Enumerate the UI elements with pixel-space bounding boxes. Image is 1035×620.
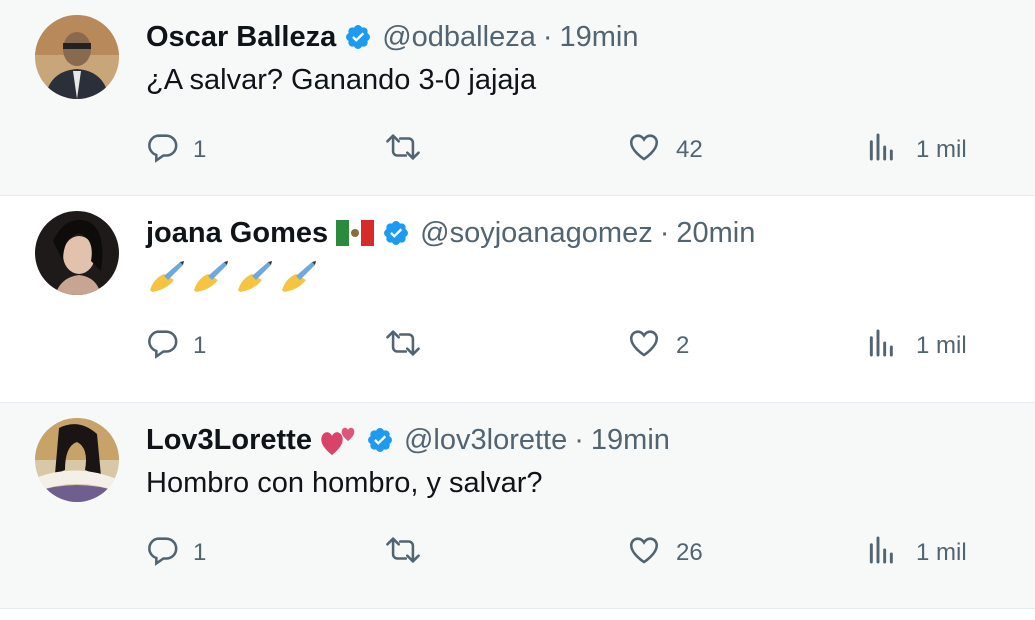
action-bar: 1 42 1 mil — [0, 132, 1035, 168]
views-button[interactable]: 1 mil — [866, 132, 967, 168]
retweet-button[interactable] — [384, 132, 436, 168]
verified-badge-icon — [344, 23, 372, 51]
writing-hand-emoji — [278, 260, 318, 302]
display-name[interactable]: Oscar Balleza — [146, 21, 336, 54]
separator-dot: · — [659, 216, 670, 249]
reply-count: 1 — [193, 136, 207, 163]
tweet[interactable]: joana Gomes @soyjoanagomez · 20min 1 2 1… — [0, 196, 1035, 403]
writing-hand-emoji — [234, 260, 274, 302]
separator-dot: · — [574, 423, 584, 456]
reply-button[interactable]: 1 — [145, 535, 206, 571]
like-button[interactable]: 26 — [626, 535, 703, 571]
retweet-button[interactable] — [384, 328, 436, 364]
retweet-icon — [384, 533, 422, 574]
retweet-icon — [384, 326, 422, 367]
like-button[interactable]: 2 — [626, 328, 689, 364]
tweet-text — [146, 260, 318, 302]
reply-icon — [145, 326, 179, 367]
avatar[interactable] — [35, 418, 119, 502]
retweet-icon — [384, 130, 422, 171]
reply-count: 1 — [193, 332, 207, 359]
tweet[interactable]: Lov3Lorette @lov3lorette · 19min Hombro … — [0, 403, 1035, 609]
avatar[interactable] — [35, 211, 119, 295]
tweet-text: ¿A salvar? Ganando 3-0 jajaja — [146, 64, 537, 96]
user-handle[interactable]: @odballeza — [382, 21, 536, 54]
views-count: 1 mil — [916, 136, 967, 163]
mexico-flag-icon — [336, 220, 375, 246]
user-handle[interactable]: @soyjoanagomez — [420, 217, 653, 250]
tweet-feed: Oscar Balleza @odballeza · 19min ¿A salv… — [0, 0, 1035, 620]
like-count: 42 — [676, 136, 703, 163]
heart-icon — [626, 533, 662, 574]
action-bar: 1 2 1 mil — [0, 328, 1035, 364]
reply-count: 1 — [193, 539, 207, 566]
timestamp[interactable]: 19min — [560, 21, 639, 54]
writing-hand-emoji — [146, 260, 186, 302]
tweet-header: joana Gomes @soyjoanagomez · 20min — [146, 213, 755, 253]
verified-badge-icon — [382, 219, 410, 247]
tweet-header: Oscar Balleza @odballeza · 19min — [146, 17, 639, 57]
verified-badge-icon — [366, 426, 394, 454]
views-icon — [866, 130, 898, 171]
like-count: 2 — [676, 332, 690, 359]
tweet[interactable]: Oscar Balleza @odballeza · 19min ¿A salv… — [0, 0, 1035, 196]
heart-icon — [626, 326, 662, 367]
writing-hand-emoji — [190, 260, 230, 302]
action-bar: 1 26 1 mil — [0, 535, 1035, 571]
reply-icon — [145, 533, 179, 574]
views-button[interactable]: 1 mil — [866, 535, 967, 571]
views-icon — [866, 533, 898, 574]
views-count: 1 mil — [916, 539, 967, 566]
display-name[interactable]: Lov3Lorette — [146, 424, 312, 457]
separator-dot: · — [542, 20, 553, 53]
reply-icon — [145, 130, 179, 171]
user-handle[interactable]: @lov3lorette — [404, 424, 567, 457]
heart-icon — [626, 130, 662, 171]
display-name[interactable]: joana Gomes — [146, 217, 328, 250]
two-hearts-icon — [320, 423, 358, 457]
timestamp[interactable]: 20min — [676, 217, 755, 250]
views-count: 1 mil — [916, 332, 967, 359]
reply-button[interactable]: 1 — [145, 328, 206, 364]
like-count: 26 — [676, 539, 703, 566]
retweet-button[interactable] — [384, 535, 436, 571]
tweet-header: Lov3Lorette @lov3lorette · 19min — [146, 420, 670, 460]
timestamp[interactable]: 19min — [591, 424, 670, 457]
views-button[interactable]: 1 mil — [866, 328, 967, 364]
like-button[interactable]: 42 — [626, 132, 703, 168]
avatar[interactable] — [35, 15, 119, 99]
views-icon — [866, 326, 898, 367]
tweet-text: Hombro con hombro, y salvar? — [146, 467, 543, 499]
reply-button[interactable]: 1 — [145, 132, 206, 168]
